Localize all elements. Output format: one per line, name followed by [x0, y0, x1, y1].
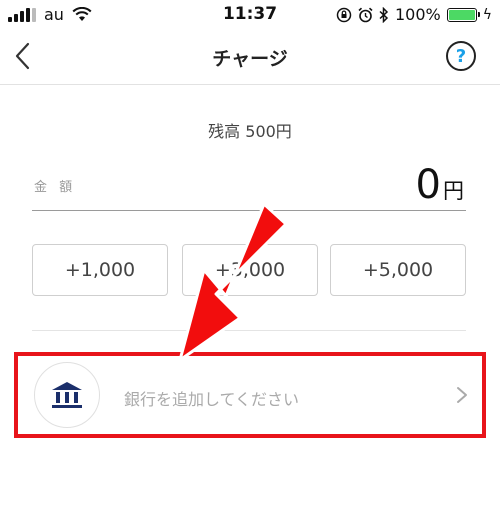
nav-bar: チャージ ?: [0, 30, 500, 85]
battery-percent: 100%: [395, 5, 441, 24]
add-bank-row[interactable]: 銀行を追加してください: [14, 352, 486, 438]
amount-field[interactable]: 金 額 0 円: [32, 162, 466, 211]
add-bank-label: 銀行を追加してください: [124, 390, 300, 409]
alarm-icon: [358, 7, 373, 22]
amount-label: 金 額: [34, 180, 77, 195]
balance-text: 残高 500円: [208, 122, 292, 141]
status-bar: au 11:37 100% ϟ: [0, 0, 500, 30]
bluetooth-icon: [379, 6, 389, 23]
help-icon: ?: [455, 45, 467, 67]
bank-icon: [34, 362, 100, 428]
rotation-lock-icon: [336, 7, 352, 22]
battery-icon: [446, 7, 480, 22]
amount-value: 0 円: [416, 162, 464, 208]
divider: [32, 330, 466, 331]
help-button[interactable]: ?: [446, 41, 476, 71]
charging-icon: ϟ: [482, 6, 492, 23]
preset-1000-button[interactable]: +1,000: [32, 244, 168, 296]
status-right: 100% ϟ: [336, 5, 492, 24]
amount-unit: 円: [443, 179, 464, 203]
page-title: チャージ: [212, 48, 288, 70]
preset-3000-button[interactable]: +3,000: [182, 244, 318, 296]
amount-number: 0: [415, 162, 441, 208]
chevron-right-icon: [457, 387, 467, 403]
preset-5000-button[interactable]: +5,000: [330, 244, 466, 296]
